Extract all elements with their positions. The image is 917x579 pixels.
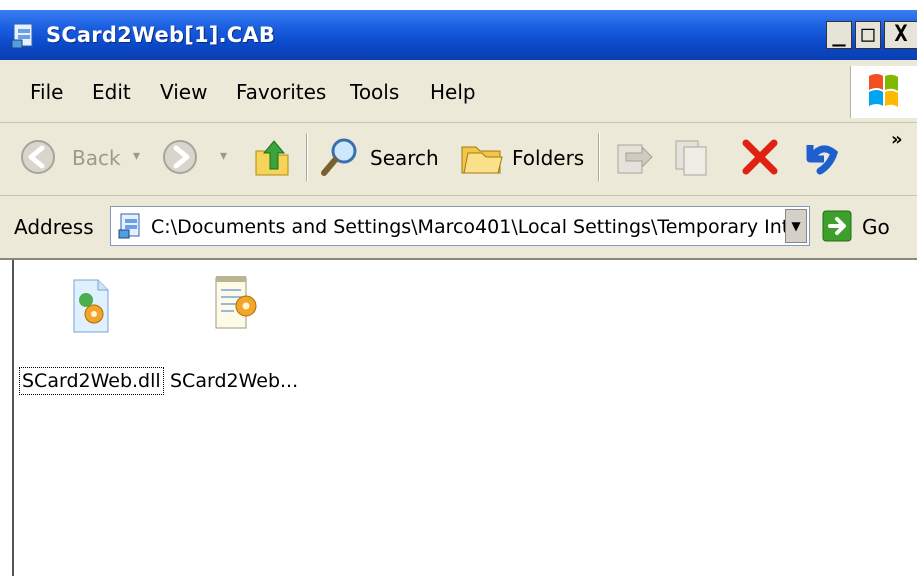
go-button-label[interactable]: Go [862, 214, 890, 240]
file-name: SCard2Web... [170, 370, 299, 392]
dll-file-icon [73, 279, 109, 333]
menu-file[interactable]: File [30, 79, 63, 105]
back-button-label[interactable]: Back [72, 145, 121, 171]
menu-favorites[interactable]: Favorites [236, 79, 326, 105]
file-list-pane[interactable]: SCard2Web.dll SCard2Web... [12, 260, 917, 576]
forward-dropdown-arrow-icon[interactable]: ▾ [220, 143, 227, 169]
address-bar: Address C:\Documents and Settings\Marco4… [0, 196, 917, 260]
folders-button-label[interactable]: Folders [512, 145, 584, 171]
toolbar-overflow-chevron[interactable]: » [891, 129, 903, 150]
toolbar-separator [598, 133, 600, 181]
forward-arrow-icon[interactable] [162, 139, 198, 175]
back-dropdown-arrow-icon[interactable]: ▾ [133, 143, 140, 169]
cab-file-icon [118, 213, 140, 239]
close-button[interactable]: X [884, 21, 917, 49]
window-title: SCard2Web[1].CAB [46, 23, 276, 47]
inf-settings-file-icon [215, 276, 257, 329]
file-item-inf[interactable]: SCard2Web... [164, 260, 314, 400]
file-name: SCard2Web.dll [19, 367, 164, 395]
explorer-window: SCard2Web[1].CAB _ □ X File Edit View Fa… [0, 0, 917, 579]
move-to-icon[interactable] [610, 135, 654, 179]
menu-edit[interactable]: Edit [92, 79, 131, 105]
search-icon[interactable] [318, 135, 366, 179]
copy-to-icon[interactable] [670, 135, 714, 179]
menu-help[interactable]: Help [430, 79, 476, 105]
address-value: C:\Documents and Settings\Marco401\Local… [151, 216, 790, 238]
back-arrow-icon[interactable] [20, 139, 56, 175]
address-dropdown-button[interactable]: ▼ [785, 209, 807, 243]
search-button-label[interactable]: Search [370, 145, 439, 171]
undo-icon[interactable] [798, 135, 842, 179]
menu-tools[interactable]: Tools [350, 79, 399, 105]
menu-bar: File Edit View Favorites Tools Help [0, 60, 917, 123]
file-item-dll[interactable]: SCard2Web.dll [14, 260, 164, 400]
address-input[interactable]: C:\Documents and Settings\Marco401\Local… [110, 206, 810, 246]
windows-logo [850, 66, 917, 118]
address-label: Address [14, 215, 94, 239]
go-arrow-icon[interactable] [822, 209, 852, 243]
up-folder-icon[interactable] [250, 135, 294, 179]
menu-view[interactable]: View [160, 79, 207, 105]
maximize-button[interactable]: □ [855, 21, 881, 49]
chevron-down-icon: ▼ [791, 219, 801, 233]
folders-icon[interactable] [458, 137, 506, 177]
windows-flag-icon [869, 74, 898, 107]
toolbar-separator [306, 133, 308, 181]
minimize-button[interactable]: _ [826, 21, 852, 49]
delete-icon[interactable] [738, 135, 782, 179]
folder-window-icon [11, 23, 33, 49]
standard-toolbar: Back ▾ ▾ Search Folders » [0, 123, 917, 196]
title-bar[interactable]: SCard2Web[1].CAB _ □ X [0, 10, 917, 60]
